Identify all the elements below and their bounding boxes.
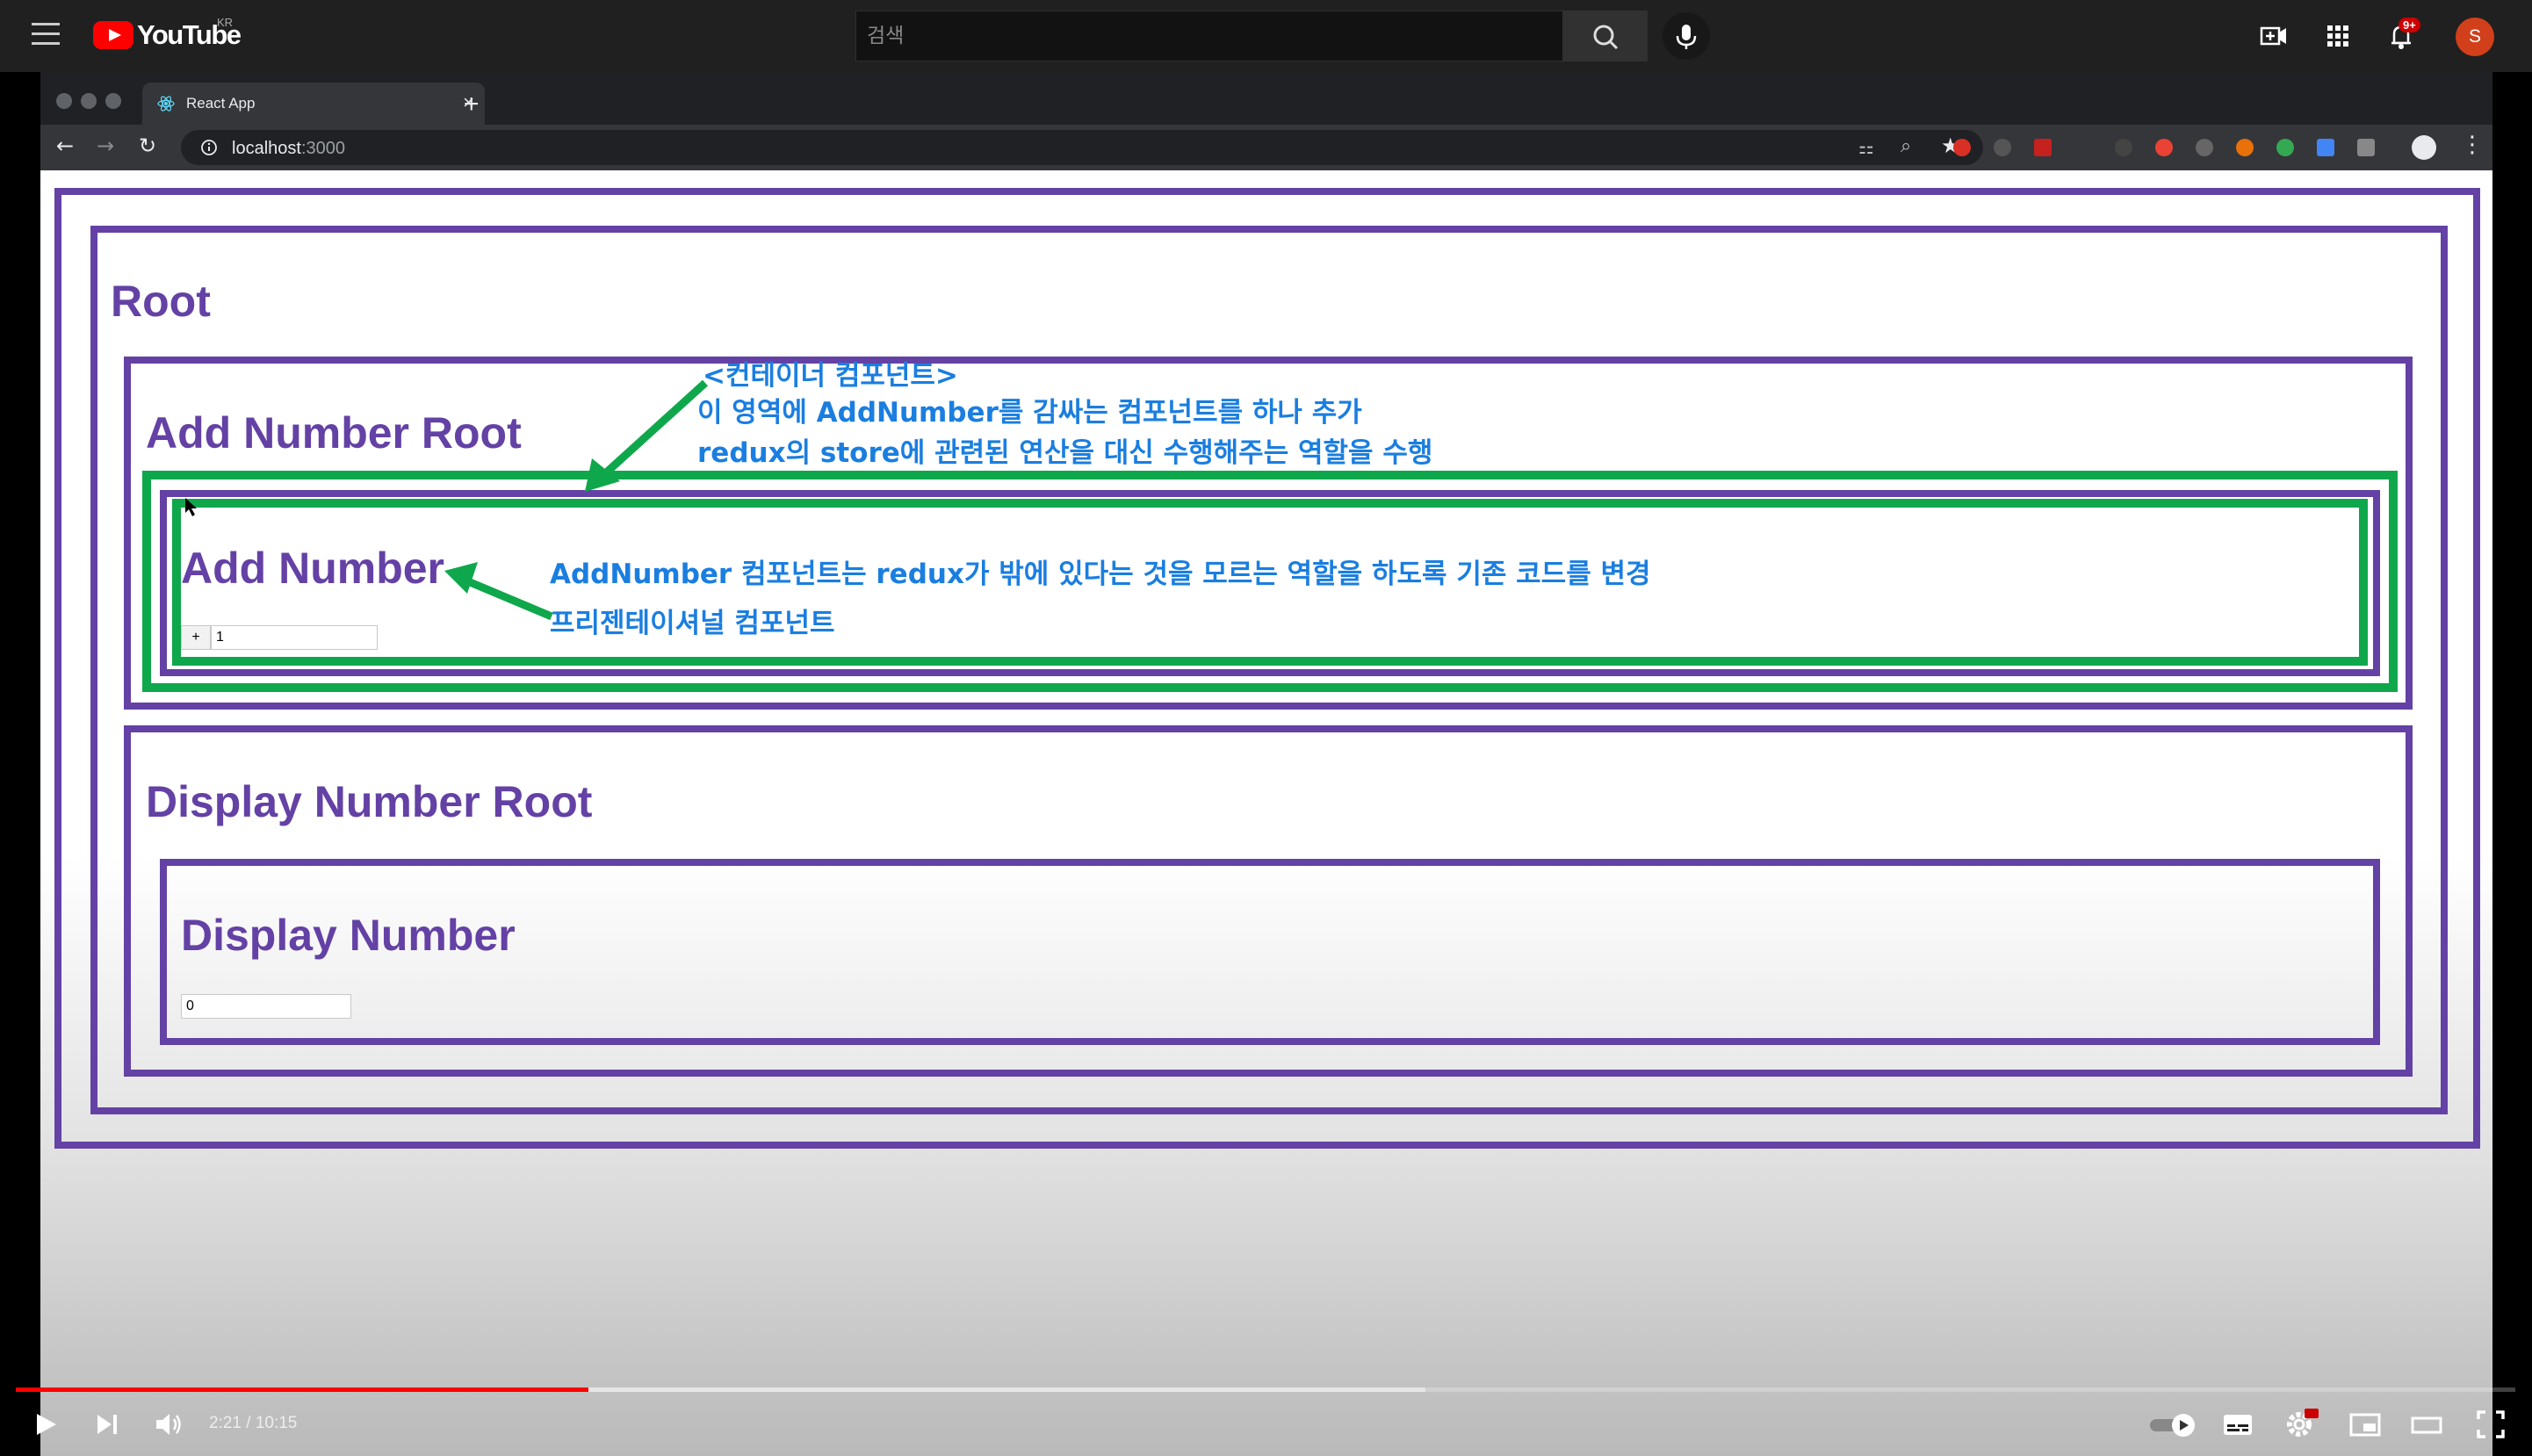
play-icon[interactable] [32,1410,60,1438]
duration: 10:15 [255,1414,298,1432]
arrow-to-container [585,379,709,492]
url-text: localhost:3000 [232,139,345,159]
notification-count-badge: 9+ [2399,18,2420,32]
new-tab-button[interactable]: + [464,90,480,119]
create-video-icon[interactable] [2259,21,2289,51]
browser-toolbar: ← → ↻ localhost:3000 ⚏ ⌕ ★ ⋮ [40,125,2492,170]
search-icon [1593,25,1619,50]
autoplay-toggle-icon[interactable] [2148,1410,2197,1438]
time-display: 2:21 / 10:15 [209,1414,297,1433]
youtube-masthead: YouTube KR 9+ S [0,0,2532,72]
video-player[interactable]: React App × + ← → ↻ localhost:3000 ⚏ ⌕ ★ [40,72,2492,1456]
youtube-play-icon [93,21,133,49]
react-logo-icon [157,96,175,112]
window-close-icon[interactable] [56,93,72,109]
reload-icon[interactable]: ↻ [139,133,156,158]
window-minimize-icon[interactable] [81,93,97,109]
react-app-page: Root Add Number Root Add Number + Displa… [40,170,2492,1456]
extension-icon-css[interactable] [1994,139,2011,156]
extension-icon-5[interactable] [2196,139,2213,156]
fullscreen-icon[interactable] [2475,1409,2507,1440]
settings-gear-icon[interactable] [2283,1407,2319,1440]
avatar[interactable]: S [2456,18,2494,56]
mouse-cursor-icon [185,498,197,516]
search-input[interactable] [855,11,1563,61]
theater-mode-icon[interactable] [2410,1410,2443,1438]
browser-tab-strip: React App × + [40,72,2492,125]
extension-icon-9[interactable] [2357,139,2375,156]
extension-icon-7[interactable] [2276,139,2294,156]
extension-icon-3[interactable] [2115,139,2132,156]
info-icon [201,140,217,155]
extension-icon-8[interactable] [2317,139,2334,156]
time-separator: / [241,1414,256,1432]
miniplayer-icon[interactable] [2348,1410,2382,1438]
progress-played[interactable] [16,1388,588,1392]
url-host: localhost [232,139,301,158]
apps-grid-icon[interactable] [2323,21,2353,51]
annotation-arrows [185,379,709,621]
tab-title: React App [186,95,256,112]
extension-icon-4[interactable] [2155,139,2173,156]
address-bar[interactable]: localhost:3000 ⚏ ⌕ ★ [181,130,1983,165]
arrow-to-add-number [444,562,553,621]
translate-icon[interactable]: ⚏ [1858,137,1874,158]
extension-icon-1[interactable] [1953,139,1971,156]
microphone-icon [1676,25,1697,49]
hamburger-menu-icon[interactable] [32,23,60,47]
extension-icon-6[interactable] [2236,139,2254,156]
back-arrow-icon[interactable]: ← [56,133,74,158]
forward-arrow-icon[interactable]: → [97,133,114,158]
browser-tab-react-app[interactable]: React App × [142,83,485,125]
search-button[interactable] [1563,11,1648,61]
current-time: 2:21 [209,1414,242,1432]
profile-avatar-icon[interactable] [2412,135,2436,160]
url-port: :3000 [300,139,345,158]
browser-menu-icon[interactable]: ⋮ [2461,132,2484,158]
volume-icon[interactable] [153,1409,184,1440]
country-code: KR [217,16,234,29]
subtitles-icon[interactable] [2222,1410,2254,1438]
zoom-icon[interactable]: ⌕ [1901,135,1911,157]
extension-icon-2[interactable] [2034,139,2052,156]
voice-search-button[interactable] [1663,12,1710,60]
next-video-icon[interactable] [93,1410,121,1438]
window-maximize-icon[interactable] [105,93,121,109]
